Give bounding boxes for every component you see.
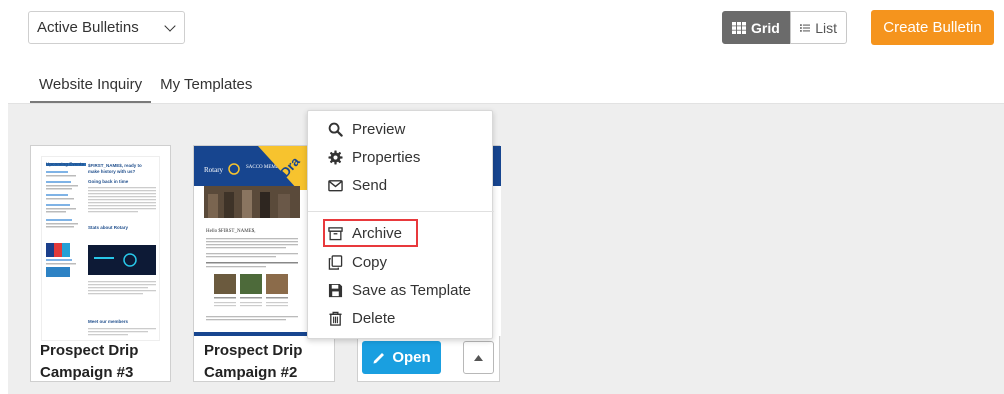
more-actions-button[interactable] (463, 341, 494, 374)
thumb-subhead: Going back in time (88, 179, 129, 184)
bulletin-title-line2: Campaign #3 (40, 364, 134, 381)
menu-item-save-as-template[interactable]: Save as Template (328, 278, 471, 302)
bulletin-thumbnail[interactable]: Upcoming Events $FIRST_NAME$, ready to m… (41, 156, 160, 341)
grid-label: Grid (751, 19, 780, 36)
archive-highlight-box (323, 219, 418, 247)
tab-my-templates[interactable]: My Templates (151, 70, 261, 104)
thumb-heading-left: Upcoming Events (46, 162, 85, 167)
save-icon (328, 283, 343, 297)
menu-label: Save as Template (352, 281, 471, 299)
tab-website-inquiry[interactable]: Website Inquiry (30, 70, 152, 104)
bulletin-title[interactable]: Prospect Drip Campaign #3 (40, 340, 138, 384)
thumb-stats-heading: Stats about Rotary (88, 225, 129, 230)
open-bulletin-button[interactable]: Open (362, 341, 441, 374)
bulletin-title-line1: Prospect Drip (204, 342, 303, 359)
list-icon (800, 23, 811, 32)
create-bulletin-button[interactable]: Create Bulletin (871, 10, 994, 45)
chevron-down-icon (164, 20, 176, 32)
search-icon (328, 122, 343, 137)
menu-item-delete[interactable]: Delete (328, 306, 395, 330)
list-label: List (815, 19, 837, 36)
envelope-icon (328, 179, 343, 191)
filter-selected-value: Active Bulletins (37, 19, 139, 36)
caret-up-icon (474, 354, 483, 361)
grid-view-button[interactable]: Grid (722, 11, 790, 44)
bulletin-title[interactable]: Prospect Drip Campaign #2 (204, 340, 302, 384)
tab-bar: Website Inquiry My Templates (30, 70, 261, 104)
bulletin-actions-menu: Preview Properties Send Archive Copy Sav… (307, 110, 494, 339)
grid-icon (732, 21, 746, 34)
view-toggle: Grid List (722, 11, 847, 44)
open-label: Open (392, 349, 431, 366)
menu-label: Send (352, 176, 388, 194)
newsletter-preview-image: Rotary SACCO MEMBER Dra Hello $FIRST_NAM… (194, 146, 308, 336)
thumb-logo-text: Rotary (204, 166, 224, 174)
list-view-button[interactable]: List (790, 11, 847, 44)
copy-icon (328, 254, 343, 270)
menu-label: Delete (352, 309, 396, 327)
gear-icon (328, 149, 343, 165)
menu-label: Copy (352, 253, 388, 271)
menu-separator (308, 211, 494, 212)
menu-item-properties[interactable]: Properties (328, 145, 420, 169)
bulletin-card-1[interactable]: Upcoming Events $FIRST_NAME$, ready to m… (30, 145, 171, 382)
bulletin-filter-select[interactable]: Active Bulletins (28, 11, 185, 44)
menu-item-preview[interactable]: Preview (328, 117, 405, 141)
menu-label: Preview (352, 120, 406, 138)
menu-label: Properties (352, 148, 421, 166)
svg-text:make history with us?: make history with us? (88, 169, 136, 174)
menu-item-send[interactable]: Send (328, 173, 387, 197)
bulletin-thumbnail[interactable]: Rotary SACCO MEMBER Dra Hello $FIRST_NAM… (194, 146, 308, 336)
thumb-meet-heading: Meet our members (88, 319, 129, 324)
menu-item-copy[interactable]: Copy (328, 250, 387, 274)
trash-icon (329, 311, 342, 326)
svg-text:$FIRST_NAME$, ready to: $FIRST_NAME$, ready to (88, 163, 142, 168)
bulletin-title-line2: Campaign #2 (204, 364, 298, 381)
pencil-icon (373, 352, 385, 363)
newsletter-preview-image: Upcoming Events $FIRST_NAME$, ready to m… (46, 162, 156, 336)
bulletin-title-line1: Prospect Drip (40, 342, 139, 359)
thumb-greeting: Hello $FIRST_NAME$, (206, 229, 255, 234)
